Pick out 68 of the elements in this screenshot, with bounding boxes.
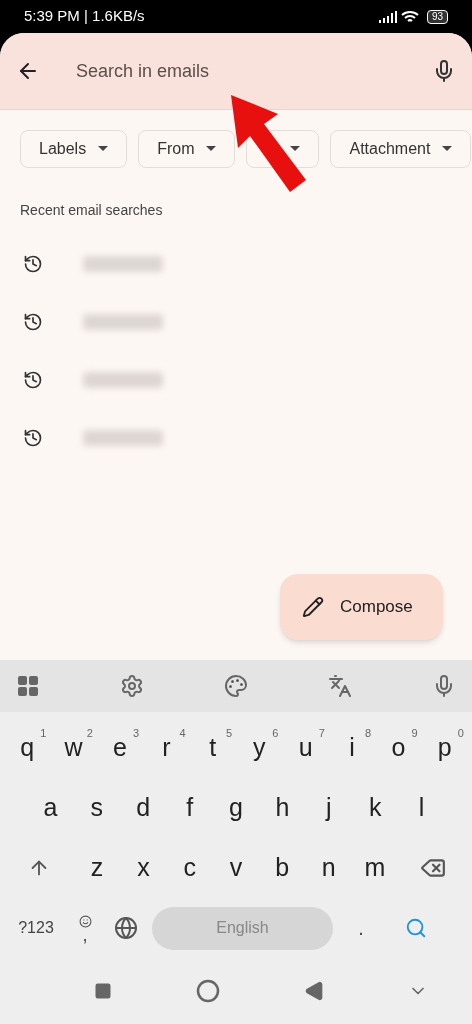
smiley-icon: [78, 914, 92, 928]
globe-icon[interactable]: [114, 916, 138, 940]
history-icon[interactable]: [23, 370, 43, 390]
signal-icon: [378, 10, 397, 23]
keyboard-key[interactable]: t 5: [189, 723, 236, 773]
keyboard-key[interactable]: o 9: [375, 723, 422, 773]
palette-icon[interactable]: [224, 674, 248, 698]
key-hint: 2: [86, 726, 93, 741]
keyboard-key[interactable]: p 0: [421, 723, 468, 773]
keyboard-key[interactable]: n: [305, 843, 352, 893]
history-icon[interactable]: [23, 254, 43, 274]
keyboard-key[interactable]: d: [120, 783, 167, 833]
apps-grid-icon[interactable]: [16, 674, 40, 698]
key-hint: 7: [318, 726, 325, 741]
keyboard-key[interactable]: m: [351, 843, 399, 893]
settings-icon[interactable]: [120, 674, 144, 698]
emoji-comma-key[interactable]: ,: [70, 914, 100, 942]
search-field[interactable]: Search in emails: [76, 57, 432, 85]
keyboard-key[interactable]: y 6: [236, 723, 283, 773]
keyboard-key[interactable]: l: [398, 783, 445, 833]
keyboard-key[interactable]: x: [120, 843, 167, 893]
square-nav-icon[interactable]: [94, 982, 112, 1000]
keyboard-key[interactable]: e 3: [96, 723, 144, 773]
search-bar[interactable]: Search in emails: [0, 33, 472, 110]
keyboard-key[interactable]: z: [73, 843, 121, 893]
dropdown-caret-icon: [290, 146, 301, 152]
key-hint: 3: [133, 726, 140, 741]
key-hint: 8: [365, 726, 372, 741]
dropdown-caret-icon: [206, 146, 217, 152]
key-hint: 4: [179, 726, 186, 741]
pencil-icon: [302, 596, 324, 618]
search-icon[interactable]: [405, 917, 427, 939]
keyboard-key[interactable]: i 8: [328, 723, 376, 773]
filter-chip[interactable]: Attachment: [330, 130, 472, 168]
symbols-key[interactable]: ?123: [8, 916, 64, 940]
keyboard-key[interactable]: j: [305, 783, 352, 833]
dropdown-caret-icon: [98, 146, 109, 152]
keyboard-key[interactable]: u 7: [282, 723, 329, 773]
keyboard-key[interactable]: a: [27, 783, 74, 833]
status-time: 5:39 PM | 1.6KB/s: [24, 6, 145, 27]
back-nav-icon[interactable]: [304, 981, 324, 1001]
wifi-icon: [400, 10, 419, 23]
key-hint: 6: [272, 726, 279, 741]
section-title: Recent email searches: [20, 201, 164, 220]
period-key[interactable]: .: [339, 913, 383, 943]
dropdown-caret-icon: [442, 146, 453, 152]
key-hint: 5: [225, 726, 232, 741]
key-hint: 0: [457, 726, 464, 741]
history-icon[interactable]: [23, 428, 43, 448]
keyboard-key[interactable]: k: [351, 783, 399, 833]
history-icon[interactable]: [23, 312, 43, 332]
keyboard-key[interactable]: q 1: [4, 723, 51, 773]
home-nav-icon[interactable]: [196, 979, 220, 1003]
keyboard-key[interactable]: g: [212, 783, 260, 833]
key-hint: 1: [40, 726, 47, 741]
keyboard-key[interactable]: h: [259, 783, 306, 833]
filter-chip[interactable]: Labels: [20, 130, 128, 168]
keyboard-key[interactable]: s: [73, 783, 120, 833]
key-hint: 9: [411, 726, 418, 741]
keyboard-key[interactable]: b: [259, 843, 306, 893]
keyboard-key[interactable]: c: [166, 843, 213, 893]
filter-chip[interactable]: From: [138, 130, 236, 168]
compose-button[interactable]: Compose: [280, 574, 443, 640]
battery-indicator: 93: [426, 9, 448, 24]
translate-icon[interactable]: [328, 674, 352, 698]
keyboard-key[interactable]: v: [212, 843, 260, 893]
keyboard-key[interactable]: f: [166, 783, 213, 833]
keyboard-key[interactable]: r 4: [143, 723, 190, 773]
